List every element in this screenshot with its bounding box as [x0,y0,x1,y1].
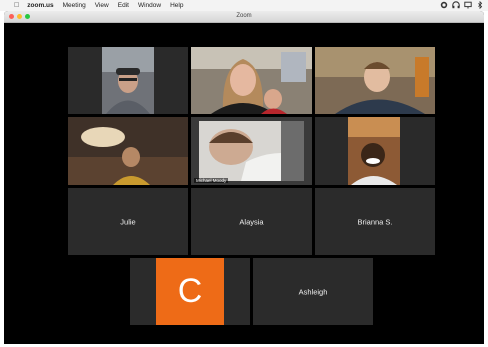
participant-video [68,47,188,114]
menu-help[interactable]: Help [170,2,183,9]
participant-video [315,47,435,114]
participant-video [315,117,435,185]
bluetooth-icon[interactable] [476,1,484,9]
video-tile[interactable] [68,47,188,114]
video-tile[interactable] [315,117,435,185]
menu-bar:  zoom.us Meeting View Edit Window Help [0,0,488,11]
headphones-icon[interactable] [452,1,460,9]
participant-name: Julie [120,217,136,226]
apple-icon[interactable]:  [14,2,19,9]
participant-video [191,117,312,185]
active-speaker-tile[interactable]: Michael Moody [191,117,312,185]
title-bar[interactable]: Zoom [4,11,484,23]
participant-name: Brianna S. [357,217,393,226]
participant-tile[interactable]: Ashleigh [253,258,373,325]
menu-app[interactable]: zoom.us [27,2,53,9]
video-tile[interactable] [68,117,188,185]
participant-avatar: C [156,258,224,325]
window-title: Zoom [236,13,252,19]
participant-video [191,47,312,114]
screen-share-icon[interactable] [464,1,472,9]
participant-name: Alaysia [239,217,264,226]
participant-tile[interactable]: Brianna S. [315,188,435,255]
participant-tile[interactable]: Alaysia [191,188,312,255]
participant-video [68,117,188,185]
menu-meeting[interactable]: Meeting [63,2,86,9]
menu-window[interactable]: Window [138,2,161,9]
video-tile[interactable] [315,47,435,114]
participant-name-label: Michael Moody [194,178,229,183]
menu-edit[interactable]: Edit [118,2,129,9]
participant-tile[interactable]: Julie [68,188,188,255]
camera-status-icon[interactable] [440,1,448,9]
menu-view[interactable]: View [95,2,109,9]
participant-name: Ashleigh [298,287,328,296]
video-tile[interactable] [191,47,312,114]
